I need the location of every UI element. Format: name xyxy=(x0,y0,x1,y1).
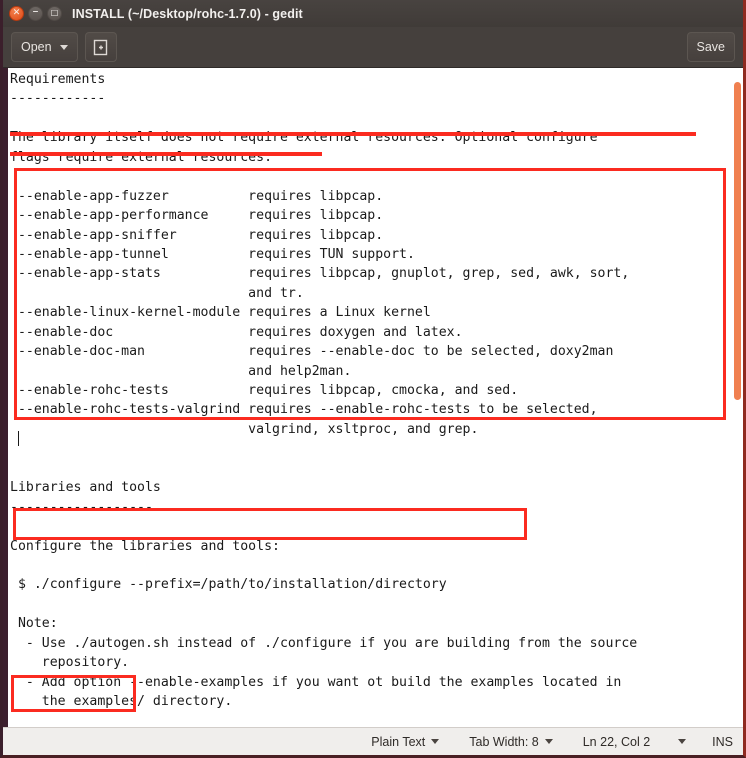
document-line xyxy=(10,459,637,478)
document-line: --enable-app-fuzzer requires libpcap. xyxy=(10,188,384,204)
cursor-position-dropdown[interactable] xyxy=(678,739,687,744)
document-line xyxy=(10,167,637,186)
chevron-down-icon xyxy=(59,44,68,50)
document-line: ------------------ xyxy=(10,499,153,515)
document-text[interactable]: Requirements ------------ The library its… xyxy=(8,68,637,727)
document-line xyxy=(10,595,637,614)
document-line: --enable-app-tunnel requires TUN support… xyxy=(10,246,415,262)
text-editor-area[interactable]: Requirements ------------ The library its… xyxy=(3,68,743,727)
document-line: --enable-app-stats requires libpcap, gnu… xyxy=(10,266,630,282)
maximize-icon[interactable]: □ xyxy=(47,6,62,21)
vertical-scrollbar[interactable] xyxy=(732,68,743,727)
document-line: The library itself does not require exte… xyxy=(10,130,598,146)
title-bar: ✕ – □ INSTALL (~/Desktop/rohc-1.7.0) - g… xyxy=(3,0,743,27)
document-line: flags require external resources: xyxy=(10,149,273,165)
window-title: INSTALL (~/Desktop/rohc-1.7.0) - gedit xyxy=(72,6,303,21)
open-button-label: Open xyxy=(21,40,52,54)
language-label: Plain Text xyxy=(371,734,426,749)
chevron-down-icon xyxy=(678,739,687,744)
new-document-button[interactable] xyxy=(84,32,117,62)
save-button-label: Save xyxy=(696,40,726,54)
minimize-icon[interactable]: – xyxy=(28,5,43,21)
document-line: Configure the libraries and tools: xyxy=(10,538,280,554)
language-selector[interactable]: Plain Text xyxy=(371,734,440,749)
tab-width-selector[interactable]: Tab Width: 8 xyxy=(469,734,553,749)
document-line xyxy=(10,439,637,458)
document-line: the examples/ directory. xyxy=(10,694,233,709)
chevron-down-icon xyxy=(544,739,553,744)
document-line: Libraries and tools xyxy=(10,480,161,496)
close-icon[interactable]: ✕ xyxy=(9,6,24,21)
document-line: --enable-doc requires doxygen and latex. xyxy=(10,324,463,340)
document-line: $ ./configure --prefix=/path/to/installa… xyxy=(10,577,447,593)
document-line xyxy=(10,517,637,536)
new-document-icon xyxy=(93,39,108,55)
cursor-position-label: Ln 22, Col 2 xyxy=(582,734,651,749)
document-line: --enable-rohc-tests requires libpcap, cm… xyxy=(10,383,519,398)
chevron-down-icon xyxy=(431,739,440,744)
document-line: - Use ./autogen.sh instead of ./configur… xyxy=(10,635,638,651)
insert-mode-indicator: INS xyxy=(712,735,733,749)
document-line: and tr. xyxy=(10,285,304,301)
document-line: --enable-app-sniffer requires libpcap. xyxy=(10,227,384,243)
open-button[interactable]: Open xyxy=(11,32,78,62)
save-button[interactable]: Save xyxy=(686,32,735,62)
cursor-position[interactable]: Ln 22, Col 2 xyxy=(583,735,650,749)
insert-mode-label: INS xyxy=(712,734,733,749)
document-line: - Add option --enable-examples if you wa… xyxy=(10,674,622,690)
document-line: and help2man. xyxy=(10,363,352,379)
document-line xyxy=(10,556,637,575)
document-line: --enable-linux-kernel-module requires a … xyxy=(10,305,431,321)
document-line: --enable-doc-man requires --enable-doc t… xyxy=(10,344,614,360)
document-line: --enable-rohc-tests-valgrind requires --… xyxy=(10,402,598,418)
window-controls: ✕ – □ xyxy=(9,5,62,21)
document-line xyxy=(10,109,637,128)
document-line xyxy=(10,711,637,727)
window-frame: ✕ – □ INSTALL (~/Desktop/rohc-1.7.0) - g… xyxy=(0,0,746,758)
document-line: repository. xyxy=(10,655,130,671)
vertical-scrollbar-thumb[interactable] xyxy=(734,82,741,400)
document-line: --enable-app-performance requires libpca… xyxy=(10,208,384,224)
tab-width-label: Tab Width: 8 xyxy=(469,734,539,749)
status-bar: Plain Text Tab Width: 8 Ln 22, Col 2 INS xyxy=(3,727,743,755)
document-line: ------------ xyxy=(10,91,106,107)
document-line: valgrind, xsltproc, and grep. xyxy=(10,421,479,437)
document-line: Note: xyxy=(10,616,58,632)
toolbar: Open Save xyxy=(3,27,743,68)
text-cursor xyxy=(18,431,19,446)
document-line: Requirements xyxy=(10,72,106,87)
gedit-window: ✕ – □ INSTALL (~/Desktop/rohc-1.7.0) - g… xyxy=(0,0,746,758)
